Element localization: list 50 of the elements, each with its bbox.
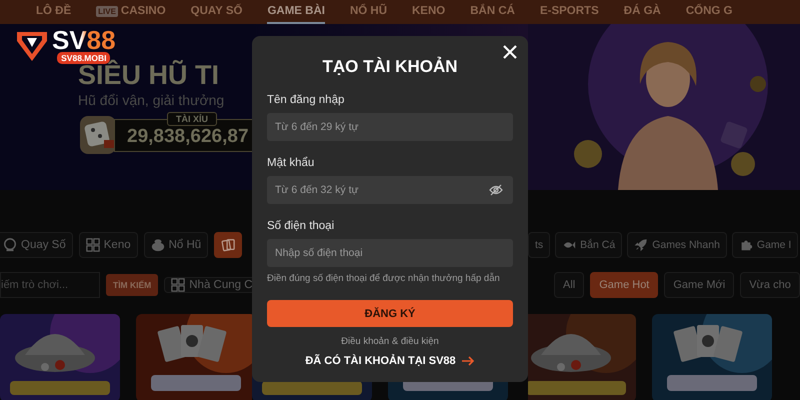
nav-tab[interactable]: QUAY SỐ [190,0,242,24]
nav-tab[interactable]: LÔ ĐỀ [36,0,72,24]
dialog-title: TẠO TÀI KHOẢN [322,56,458,78]
category-tab[interactable]: Quay Số [0,232,73,258]
arrow-icon [460,356,475,366]
close-icon[interactable] [502,44,518,60]
grid-icon [171,278,186,292]
field-label: Số điện thoại [267,219,334,233]
category-tab[interactable]: Games Nhanh [627,232,727,258]
field-label: Mật khẩu [267,156,314,170]
ball-icon [3,238,17,252]
category-tab[interactable]: Bắn Cá [555,232,622,258]
jackpot-amount: 29,838,626,87 [127,126,249,148]
filter-tab[interactable]: All [554,272,584,298]
rocket-icon [634,238,648,252]
nav-tab[interactable]: KENO [412,0,446,24]
jackpot-label: TÀI XỈU [167,112,218,126]
nav-tab[interactable]: E-SPORTS [540,0,599,24]
nav-tab[interactable]: ĐÁ GÀ [624,0,661,24]
grid-icon [86,238,100,252]
logo-emblem-icon [15,29,49,63]
filter-tab[interactable]: Vừa cho [740,272,800,298]
category-tab[interactable]: ts [528,232,550,258]
filter-tab[interactable]: Game Mới [664,272,734,298]
nav-tab[interactable]: BẮN CÁ [470,0,515,24]
category-tab[interactable]: Game I [732,232,798,258]
search-field[interactable]: iếm trò chơi... [0,272,100,298]
category-tab[interactable]: Keno [78,232,138,258]
field-hint: Điền đúng số điện thoại để được nhận thưởng hấp dẫn [267,273,500,284]
nav-tab[interactable]: LIVE CASINO [96,0,166,24]
pot-icon [150,238,165,252]
input-field[interactable]: Nhập số điện thoại [267,239,513,267]
puzzle-icon [738,238,753,252]
input-field[interactable]: Từ 6 đến 29 ký tự [267,113,513,141]
terms-link[interactable]: Điều khoản & điều kiện [341,336,439,347]
search-button[interactable]: TÌM KIẾM [106,274,158,296]
filter-tab[interactable]: Game Hot [590,272,658,298]
nav-tab[interactable]: NỔ HŨ [350,0,387,24]
register-button[interactable]: ĐĂNG KÝ [267,300,513,327]
eye-icon[interactable] [489,184,503,196]
field-label: Tên đăng nhập [267,93,344,107]
category-tab[interactable] [214,232,242,258]
login-link[interactable]: ĐÃ CÓ TÀI KHOẢN TẠI SV88 [305,355,475,367]
cards-icon [221,238,236,252]
provider-filter[interactable]: Nhà Cung C [164,277,252,293]
input-field[interactable]: Từ 6 đến 32 ký tự [267,176,513,204]
nav-tab[interactable]: CỔNG G [686,0,732,24]
category-tab[interactable]: Nổ Hũ [144,232,208,258]
banner-subtitle: Hũ đổi vận, giải thưởng [78,92,226,108]
live-badge: LIVE [96,6,118,16]
